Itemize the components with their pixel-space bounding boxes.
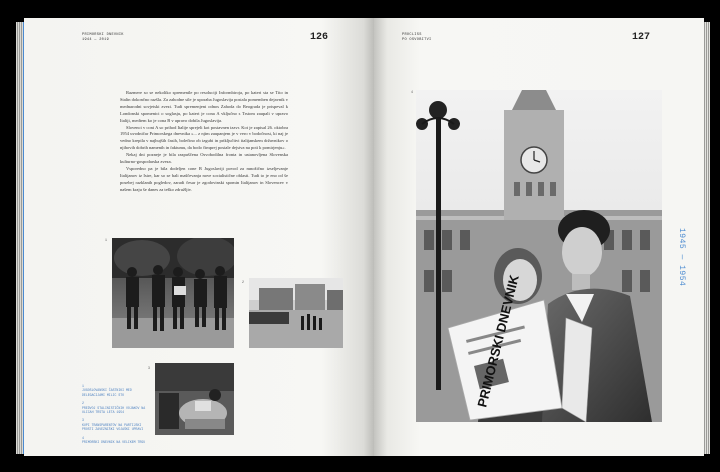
caption-3: 3 KUPI TRANSPARENTOV NA PARTIJSKI PROSTI … — [82, 418, 152, 431]
caption-4: 4 PRIMORSKI DNEVNIK NA VELIKEM TRGU — [82, 436, 152, 445]
paragraph: Nekaj dni pozneje je bila razpuščena Osv… — [120, 152, 288, 165]
open-book: PRIMORSKI DNEVNIK 1944 — 2019 126 Razmer… — [12, 18, 710, 456]
paragraph: Slovenci v coni A so prihod Italije spre… — [120, 124, 288, 151]
figure-number-2: 2 — [242, 280, 244, 284]
figure-number-3: 3 — [148, 366, 150, 370]
caption-text: KUPI TRANSPARENTOV NA PARTIJSKI PROSTI Z… — [82, 422, 144, 432]
caption-text: PREDVOJ STALINISTIČNIH VOJAKOV NA ULICAH… — [82, 405, 146, 415]
photo-debris-image — [155, 363, 234, 435]
running-head-years: 1944 — 2019 — [82, 38, 110, 42]
caption-text: JUGOSLOVANSKI ČASTNIKI MED DELEGACIJAMI … — [82, 388, 132, 397]
page-number-right: 127 — [632, 32, 651, 43]
figure-number-4: 4 — [411, 90, 413, 94]
page-number-left: 126 — [310, 32, 329, 43]
running-head-left: PRIMORSKI DNEVNIK 1944 — 2019 — [82, 33, 124, 43]
photo-street-troops — [249, 278, 343, 348]
photo-officers — [112, 238, 234, 348]
photo-captions: 1 JUGOSLOVANSKI ČASTNIKI MED DELEGACIJAMI… — [82, 384, 152, 448]
paragraph: Vsporedno pa je bila dodeljen cone B Jug… — [120, 165, 288, 192]
paragraph: Razmere so se nekoliko spremenile po res… — [120, 90, 288, 123]
photo-debris — [155, 363, 234, 435]
photo-officers-image — [112, 238, 234, 348]
caption-text: PRIMORSKI DNEVNIK NA VELIKEM TRGU — [82, 440, 146, 445]
photo-couple-newspaper-image: PRIMORSKI DNEVNIK — [416, 90, 662, 422]
caption-1: 1 JUGOSLOVANSKI ČASTNIKI MED DELEGACIJAMI… — [82, 384, 152, 397]
photo-street-troops-image — [249, 278, 343, 348]
caption-2: 2 PREDVOJ STALINISTIČNIH VOJAKOV NA ULICA… — [82, 401, 152, 414]
photo-couple-newspaper: PRIMORSKI DNEVNIK — [416, 90, 662, 422]
running-head-right: PROCLISS PO OSVOBITVI — [402, 33, 431, 43]
left-page: PRIMORSKI DNEVNIK 1944 — 2019 126 Razmer… — [24, 18, 374, 456]
side-year-range: 1945 — 1954 — [677, 228, 686, 287]
right-page: PROCLISS PO OSVOBITVI 127 4 PRIMORSKI DN… — [374, 18, 704, 456]
running-head-line2: PO OSVOBITVI — [402, 38, 432, 42]
body-text: Razmere so se nekoliko spremenile po res… — [120, 90, 288, 194]
figure-number-1: 1 — [105, 238, 107, 242]
